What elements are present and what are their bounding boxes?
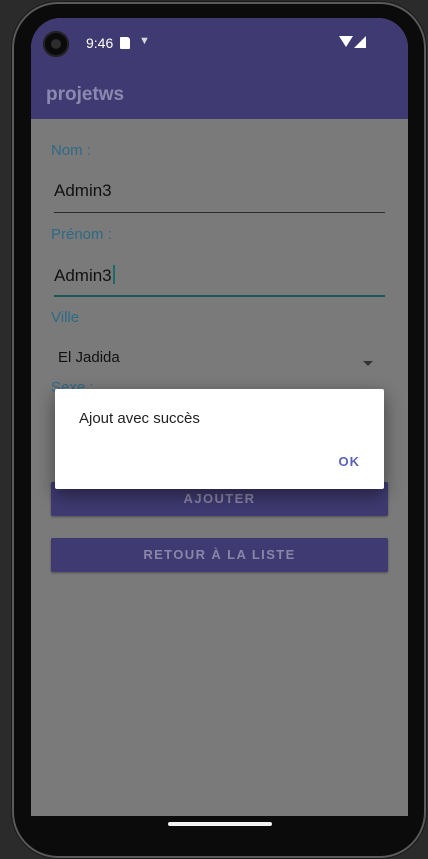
dialog-message: Ajout avec succès [79,410,200,427]
dialog-scrim[interactable]: Ajout avec succès OK [31,18,408,816]
success-dialog: Ajout avec succès OK [55,389,384,489]
dialog-ok-button[interactable]: OK [339,454,361,469]
home-gesture-handle[interactable] [168,822,272,826]
navigation-bar [31,816,408,842]
screen: 9:46 ▼ projetws Nom : Admin3 Prénom : Ad… [31,18,408,816]
